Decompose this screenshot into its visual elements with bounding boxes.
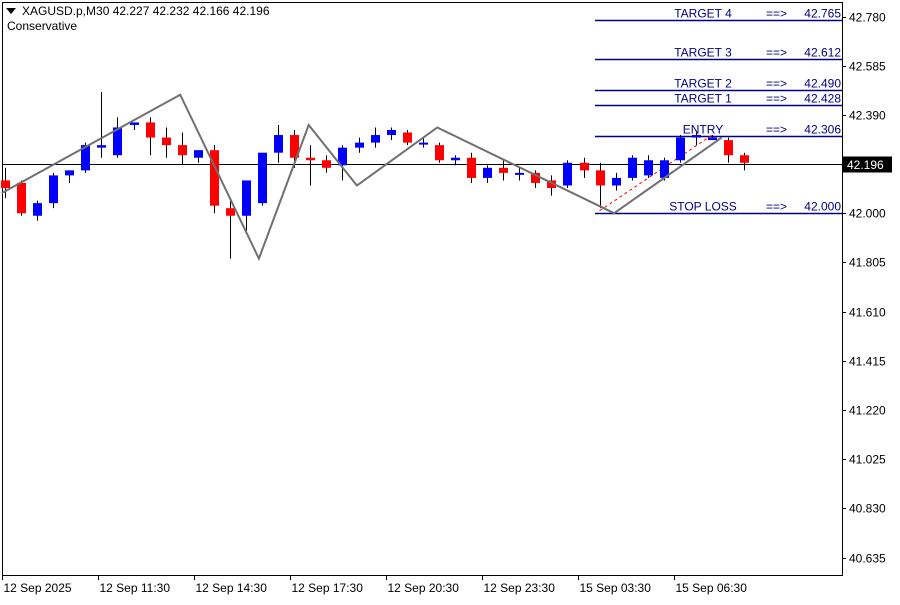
level-name-4: ENTRY xyxy=(683,123,723,137)
level-arrow-4: ==> xyxy=(766,123,787,137)
candle-body-bear xyxy=(403,132,412,143)
level-arrow-1: ==> xyxy=(766,46,787,60)
candle-body-bull xyxy=(65,170,74,176)
candle-body-bull xyxy=(355,142,364,148)
x-axis: 12 Sep 2025 12 Sep 11:30 12 Sep 14:30 12 Se… xyxy=(2,575,748,595)
candle-body-bear xyxy=(162,137,171,146)
candle-body-bear xyxy=(724,140,733,156)
x-tick-label: 12 Sep 23:30 xyxy=(484,581,556,595)
x-tick-label: 12 Sep 2025 xyxy=(4,581,72,595)
x-tick-label: 12 Sep 14:30 xyxy=(196,581,268,595)
candle-body-bull xyxy=(483,167,492,178)
candle-body-bear xyxy=(740,155,749,163)
candle-body-bear xyxy=(17,182,26,214)
chart-area[interactable]: TARGET 4 ==> 42.765 TARGET 3 ==> 42.612 TARGET… xyxy=(0,0,900,600)
candle-body-bear xyxy=(322,160,331,168)
candle-body-bull xyxy=(49,175,58,204)
symbol-line: XAGUSD.p,M30 42.227 42.232 42.166 42.196 xyxy=(22,4,270,18)
candle-body-bear xyxy=(499,167,508,173)
level-price-3: 42.428 xyxy=(804,92,841,106)
y-tick-label: 42.780 xyxy=(849,11,886,25)
y-tick-label: 40.635 xyxy=(849,552,886,566)
candle-body-bull xyxy=(612,177,621,186)
y-axis: 42.78042.58542.39042.19542.00041.80541.6… xyxy=(842,11,886,566)
candle-body-bull xyxy=(242,180,251,216)
candle-body-bear xyxy=(306,157,315,161)
current-price-label: 42.196 xyxy=(847,158,884,172)
level-price-1: 42.612 xyxy=(804,46,841,60)
x-tick-label: 12 Sep 17:30 xyxy=(292,581,364,595)
candle-body-bear xyxy=(580,162,589,171)
level-arrow-3: ==> xyxy=(766,92,787,106)
level-price-5: 42.000 xyxy=(804,200,841,214)
candle-body-bear xyxy=(146,122,155,138)
level-name-3: TARGET 1 xyxy=(674,92,732,106)
level-arrow-0: ==> xyxy=(766,7,787,21)
x-tick-label: 15 Sep 03:30 xyxy=(580,581,652,595)
y-tick-label: 41.610 xyxy=(849,306,886,320)
candle-body-bull xyxy=(692,135,701,138)
x-tick-label: 12 Sep 20:30 xyxy=(388,581,460,595)
candle-body-bull xyxy=(515,172,524,175)
candle-body-bull xyxy=(97,145,106,148)
candle-body-bull xyxy=(563,162,572,186)
candle-body-bull xyxy=(258,152,267,204)
candle-body-bull xyxy=(419,142,428,145)
candle-body-bear xyxy=(467,157,476,178)
y-tick-label: 41.415 xyxy=(849,355,886,369)
y-tick-label: 42.585 xyxy=(849,60,886,74)
chart-svg: TARGET 4 ==> 42.765 TARGET 3 ==> 42.612 TARGET… xyxy=(1,2,892,595)
level-name-0: TARGET 4 xyxy=(674,7,732,21)
level-name-2: TARGET 2 xyxy=(674,77,732,91)
candle-body-bull xyxy=(708,137,717,141)
candle-body-bull xyxy=(33,203,42,216)
candle-body-bull xyxy=(451,157,460,161)
candle-body-bull xyxy=(676,137,685,161)
candle-body-bull xyxy=(130,122,139,125)
candle-body-bear xyxy=(178,145,187,156)
indicator-label: Conservative xyxy=(7,19,78,33)
candle-body-bear xyxy=(596,170,605,186)
chart-header: XAGUSD.p,M30 42.227 42.232 42.166 42.196 xyxy=(6,4,270,18)
y-tick-label: 40.830 xyxy=(849,502,886,516)
level-arrow-2: ==> xyxy=(766,77,787,91)
candle-body-bull xyxy=(274,135,283,153)
candle-body-bull xyxy=(371,135,380,143)
candle-body-bull xyxy=(194,150,203,158)
candle-body-bear xyxy=(435,145,444,161)
current-price-box: 42.196 xyxy=(843,156,892,173)
level-name-5: STOP LOSS xyxy=(669,200,737,214)
candle-body-bull xyxy=(387,129,396,136)
candle-body-bull xyxy=(628,157,637,178)
level-price-2: 42.490 xyxy=(804,77,841,91)
y-tick-label: 41.805 xyxy=(849,256,886,270)
candle-body-bear xyxy=(1,180,10,189)
y-tick-label: 41.025 xyxy=(849,453,886,467)
level-name-1: TARGET 3 xyxy=(674,46,732,60)
candle-body-bear xyxy=(226,208,235,216)
x-tick-label: 15 Sep 06:30 xyxy=(676,581,748,595)
level-price-4: 42.306 xyxy=(804,123,841,137)
candle-body-bull xyxy=(644,160,653,176)
y-tick-label: 42.000 xyxy=(849,207,886,221)
y-tick-label: 41.220 xyxy=(849,404,886,418)
x-tick-label: 12 Sep 11:30 xyxy=(100,581,171,595)
level-price-0: 42.765 xyxy=(804,7,841,21)
y-tick-label: 42.390 xyxy=(849,109,886,123)
dropdown-triangle-icon[interactable] xyxy=(6,8,16,14)
level-arrow-5: ==> xyxy=(766,200,787,214)
